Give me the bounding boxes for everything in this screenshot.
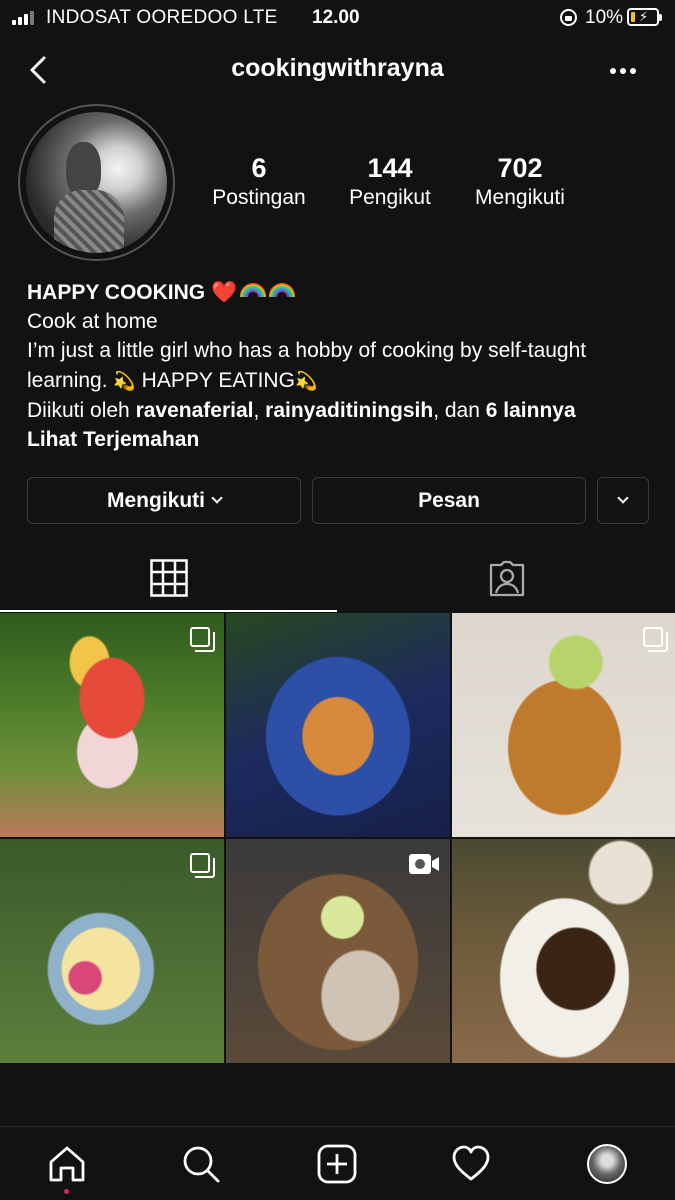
followers-count[interactable]: 144 Pengikut: [338, 152, 442, 212]
clock: 12.00: [312, 7, 360, 28]
nav-activity-button[interactable]: [446, 1139, 496, 1189]
profile-username: cookingwithrayna: [231, 54, 444, 82]
followers-count-label: Pengikut: [349, 186, 431, 209]
dizzy-emoji-icon: 💫: [294, 370, 318, 391]
more-options-button[interactable]: [603, 56, 643, 86]
status-bar: INDOSAT OOREDOO LTE 12.00 10% ⚡: [0, 0, 675, 36]
post-thumbnail[interactable]: [0, 613, 224, 837]
signal-icon: [12, 9, 34, 25]
followed-by-separator: ,: [253, 398, 260, 422]
bio-line-2: I’m just a little girl who has a hobby o…: [27, 336, 657, 395]
followed-by-user-1[interactable]: ravenaferial: [136, 399, 254, 422]
profile-bio: HAPPY COOKING ❤️ Cook at home I’m just a…: [27, 278, 657, 454]
nav-new-post-button[interactable]: [312, 1139, 362, 1189]
bio-display-name: HAPPY COOKING: [27, 281, 206, 304]
carrier-label: INDOSAT OOREDOO LTE: [46, 7, 278, 28]
posts-count-value: 6: [251, 153, 267, 183]
post-thumbnail[interactable]: [452, 613, 675, 837]
home-icon: [49, 1146, 85, 1182]
followed-by-line[interactable]: Diikuti oleh ravenaferial, rainyaditinin…: [27, 396, 657, 425]
rainbow-emoji-icon: [240, 283, 267, 297]
multiple-photos-icon: [190, 627, 215, 652]
following-count-label: Mengikuti: [475, 186, 565, 209]
orientation-lock-icon: [560, 9, 577, 26]
followers-count-value: 144: [367, 153, 413, 183]
following-button-label: Mengikuti: [107, 488, 205, 512]
dizzy-emoji-icon: 💫: [113, 370, 136, 391]
see-translation-link[interactable]: Lihat Terjemahan: [27, 425, 657, 454]
grid-icon: [149, 559, 188, 597]
followed-by-others[interactable]: 6 lainnya: [486, 399, 576, 422]
activity-heart-icon: [452, 1145, 490, 1181]
bio-name-line: HAPPY COOKING ❤️: [27, 278, 657, 307]
bio-line-2-tail: HAPPY EATING: [141, 368, 295, 392]
notification-dot: [64, 1189, 69, 1194]
followed-by-user-2[interactable]: rainyaditiningsih: [265, 399, 433, 422]
post-thumbnail[interactable]: [226, 839, 450, 1063]
more-horizontal-icon: [610, 68, 636, 74]
posts-grid: [0, 613, 675, 1063]
post-thumbnail[interactable]: [452, 839, 675, 1063]
video-camera-icon: [409, 854, 439, 874]
search-icon: [183, 1146, 220, 1183]
battery-icon: ⚡: [627, 8, 662, 26]
chevron-down-icon: [211, 491, 223, 504]
post-thumbnail[interactable]: [0, 839, 224, 1063]
chevron-down-icon: [617, 491, 629, 504]
post-thumbnail[interactable]: [226, 613, 450, 837]
followed-by-prefix: Diikuti oleh: [27, 398, 130, 422]
profile-avatar: [26, 112, 167, 253]
posts-count-label: Postingan: [212, 186, 306, 209]
nav-profile-button[interactable]: [582, 1139, 632, 1189]
battery-percentage: 10%: [585, 7, 624, 28]
tagged-user-icon: [489, 560, 524, 597]
nav-search-button[interactable]: [176, 1139, 226, 1189]
following-count-value: 702: [497, 153, 543, 183]
message-button[interactable]: Pesan: [312, 477, 586, 524]
followed-by-and: , dan: [433, 398, 480, 422]
profile-tabs: [0, 546, 675, 612]
new-post-icon: [317, 1144, 357, 1184]
multiple-photos-icon: [190, 853, 215, 878]
bottom-navigation: [0, 1126, 675, 1200]
profile-avatar: [587, 1144, 627, 1184]
message-button-label: Pesan: [418, 488, 480, 512]
posts-count[interactable]: 6 Postingan: [204, 152, 314, 212]
nav-home-button[interactable]: [42, 1139, 92, 1189]
tab-posts-grid[interactable]: [0, 546, 337, 612]
bio-line-1: Cook at home: [27, 310, 158, 334]
suggested-accounts-button[interactable]: [597, 477, 649, 524]
rainbow-emoji-icon: [269, 283, 296, 297]
following-count[interactable]: 702 Mengikuti: [462, 152, 578, 212]
following-button[interactable]: Mengikuti: [27, 477, 301, 524]
heart-emoji-icon: ❤️: [211, 281, 238, 304]
profile-header: cookingwithrayna: [0, 44, 675, 96]
tab-tagged[interactable]: [338, 546, 675, 612]
multiple-photos-icon: [643, 627, 668, 652]
profile-avatar-ring[interactable]: [18, 104, 175, 261]
